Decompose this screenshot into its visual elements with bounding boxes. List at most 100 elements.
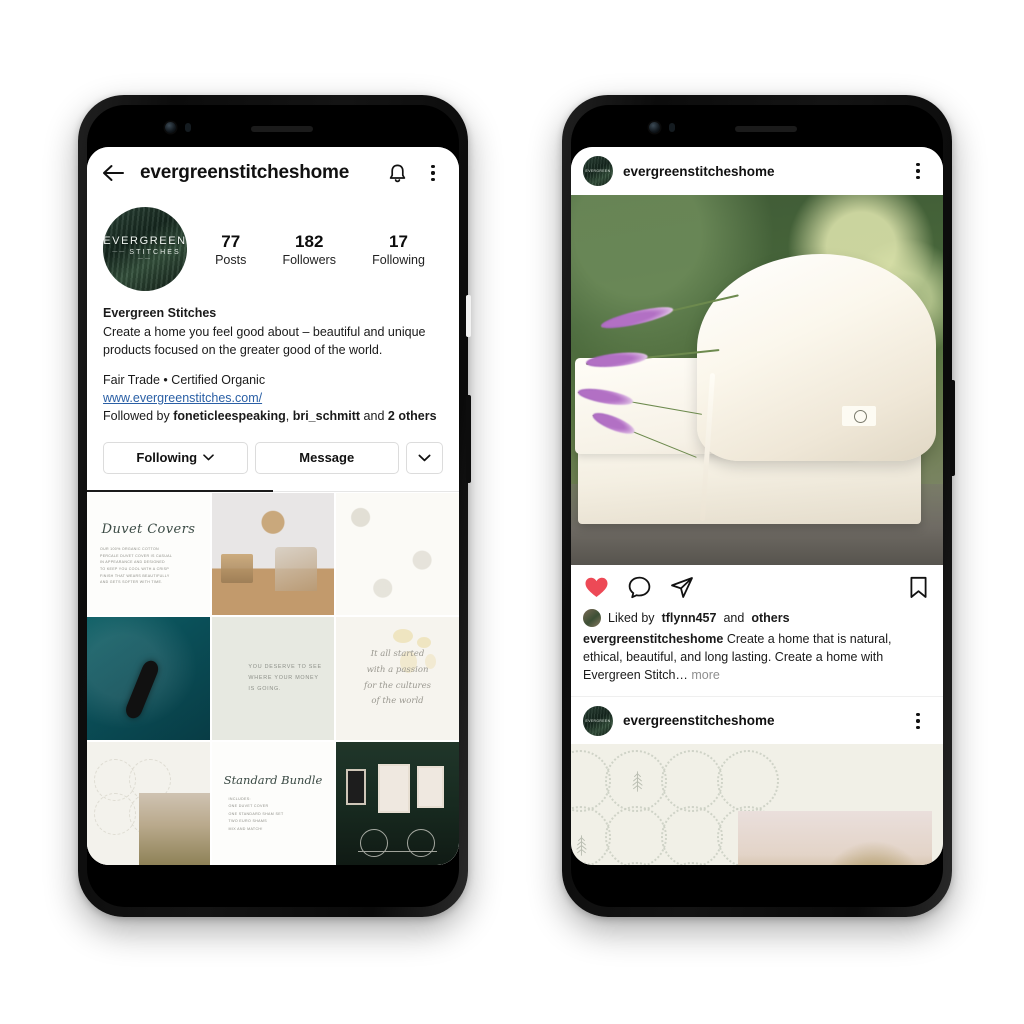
stat-following-label: Following — [372, 252, 425, 267]
more-options-button[interactable] — [406, 441, 443, 474]
caption-username[interactable]: evergreenstitcheshome — [583, 632, 723, 646]
bundle-tile-title: Standard Bundle — [223, 772, 323, 787]
stat-followers-count: 182 — [295, 232, 324, 252]
earpiece-speaker-icon — [251, 126, 313, 132]
front-camera-icon — [165, 122, 176, 133]
profile-username-title: evergreenstitcheshome — [140, 162, 350, 183]
heart-filled-icon[interactable] — [583, 574, 609, 600]
liked-by-row: Liked by tflynn457 and others — [571, 609, 943, 630]
message-button-label: Message — [299, 450, 355, 465]
grid-tile-money-quote[interactable]: YOU DESERVE TO SEE WHERE YOUR MONEY IS G… — [211, 617, 335, 740]
proximity-sensor-icon — [669, 123, 675, 132]
bell-icon[interactable] — [384, 160, 410, 186]
followed-by-user-1[interactable]: foneticleespeaking — [173, 409, 286, 423]
phone-screen-bezel: EVERGREEN evergreenstitcheshome Liked by… — [571, 105, 943, 907]
drawstring-bag — [697, 254, 936, 462]
following-button-label: Following — [136, 450, 198, 465]
bio-display-name: Evergreen Stitches — [103, 306, 217, 320]
duvet-tile-title: Duvet Covers — [101, 522, 196, 538]
phone-side-button-power[interactable] — [950, 380, 955, 476]
proximity-sensor-icon — [185, 123, 191, 132]
followed-by-and: and — [360, 408, 388, 423]
profile-bio: Evergreen Stitches Create a home you fee… — [87, 291, 459, 426]
followed-by-separator: , — [285, 408, 293, 423]
liked-by-prefix: Liked by — [608, 611, 655, 625]
grid-tile-passion-quote[interactable]: It all started with a passion for the cu… — [336, 617, 459, 740]
profile-header: EVERGREEN STITCHES 77 Posts 182 Follower… — [87, 199, 459, 291]
avatar-brand-text: EVERGREEN STITCHES — [103, 235, 187, 263]
share-paper-plane-icon[interactable] — [669, 574, 695, 600]
followed-by-prefix: Followed by — [103, 408, 174, 423]
stat-followers-label: Followers — [282, 252, 336, 267]
followed-by-row: Followed by foneticleespeaking, bri_schm… — [103, 408, 443, 426]
back-arrow-icon[interactable] — [100, 160, 126, 186]
profile-action-buttons: Following Message — [87, 426, 459, 474]
feed-screen: EVERGREEN evergreenstitcheshome Liked by… — [571, 147, 943, 865]
post-action-row — [571, 565, 943, 609]
stat-following[interactable]: 17 Following — [372, 231, 425, 266]
grid-tile-living-room[interactable] — [211, 492, 335, 616]
stat-followers[interactable]: 182 Followers — [282, 231, 336, 266]
passion-quote-text: It all started with a passion for the cu… — [364, 649, 431, 707]
phone-device-feed: EVERGREEN evergreenstitcheshome Liked by… — [562, 95, 955, 917]
earpiece-speaker-icon — [735, 126, 797, 132]
stat-posts-count: 77 — [221, 232, 241, 252]
bookmark-icon[interactable] — [905, 574, 931, 600]
grid-tile-ocean-boat[interactable] — [87, 617, 210, 740]
liked-by-username[interactable]: tflynn457 — [662, 611, 717, 625]
profile-stats: 77 Posts 182 Followers 17 Following — [187, 231, 443, 266]
post-username[interactable]: evergreenstitcheshome — [623, 164, 895, 179]
screenshot-canvas: evergreenstitcheshome EVERGREEN —— STITC… — [0, 0, 1024, 1024]
chevron-down-icon — [418, 454, 431, 461]
following-button[interactable]: Following — [103, 441, 248, 474]
liked-by-and: and — [723, 611, 745, 625]
liked-by-others[interactable]: others — [751, 611, 789, 625]
brand-tag — [842, 405, 877, 426]
duvet-tile-body: OUR 100% ORGANIC COTTON PERCALE DUVET CO… — [100, 547, 173, 585]
avatar-brand-text: EVERGREEN — [585, 169, 611, 173]
bicycle-shape — [358, 825, 437, 858]
avatar[interactable]: EVERGREEN — [583, 156, 613, 186]
avatar-brand-text: EVERGREEN — [585, 718, 611, 723]
stat-posts-label: Posts — [215, 252, 247, 267]
phone-side-button-silent[interactable] — [466, 295, 471, 337]
dried-flowers-photo — [738, 810, 932, 865]
grid-tile-house-bicycle[interactable] — [336, 741, 459, 865]
profile-screen: evergreenstitcheshome EVERGREEN —— STITC… — [87, 147, 459, 865]
grid-tile-pattern[interactable] — [336, 492, 459, 616]
message-button[interactable]: Message — [254, 441, 399, 474]
bio-website-link[interactable]: www.evergreenstitches.com/ — [103, 390, 443, 408]
stat-following-count: 17 — [389, 232, 408, 252]
comment-icon[interactable] — [626, 574, 652, 600]
grid-tile-rings-flowers[interactable] — [87, 741, 210, 865]
kebab-menu-icon[interactable] — [420, 160, 446, 186]
evergreen-tree-icon — [632, 771, 643, 793]
kebab-menu-icon[interactable] — [905, 158, 931, 184]
bio-category: Fair Trade • Certified Organic — [103, 373, 266, 388]
avatar[interactable]: EVERGREEN — [583, 705, 613, 736]
liker-avatar — [583, 609, 601, 627]
grid-tile-duvet-covers[interactable]: Duvet Covers OUR 100% ORGANIC COTTON PER… — [87, 492, 210, 616]
bio-spacer — [103, 359, 443, 372]
phone-device-profile: evergreenstitcheshome EVERGREEN —— STITC… — [78, 95, 471, 917]
bundle-tile-body: INCLUDES: ONE DUVET COVER ONE STANDARD S… — [228, 796, 284, 831]
post-photo[interactable] — [571, 744, 943, 865]
caption-more-link[interactable]: more — [688, 668, 719, 682]
grid-tile-standard-bundle[interactable]: Standard Bundle INCLUDES: ONE DUVET COVE… — [211, 741, 335, 865]
phone-side-button-power[interactable] — [466, 395, 471, 483]
followed-by-user-2[interactable]: bri_schmitt — [293, 409, 360, 423]
post-caption: evergreenstitcheshome Create a home that… — [571, 630, 943, 696]
chevron-down-icon — [203, 454, 214, 461]
front-camera-icon — [649, 122, 660, 133]
post-photo[interactable] — [571, 195, 943, 565]
profile-topbar: evergreenstitcheshome — [87, 147, 459, 199]
followed-by-others[interactable]: 2 others — [388, 409, 437, 423]
money-quote-text: YOU DESERVE TO SEE WHERE YOUR MONEY IS G… — [248, 664, 322, 692]
dried-flowers-photo — [138, 793, 210, 865]
kebab-menu-icon[interactable] — [905, 708, 931, 734]
post-header: EVERGREEN evergreenstitcheshome — [571, 147, 943, 195]
evergreen-tree-icon — [576, 835, 587, 857]
post-username[interactable]: evergreenstitcheshome — [623, 713, 895, 728]
stat-posts[interactable]: 77 Posts — [215, 231, 246, 266]
avatar[interactable]: EVERGREEN STITCHES — [103, 207, 187, 291]
